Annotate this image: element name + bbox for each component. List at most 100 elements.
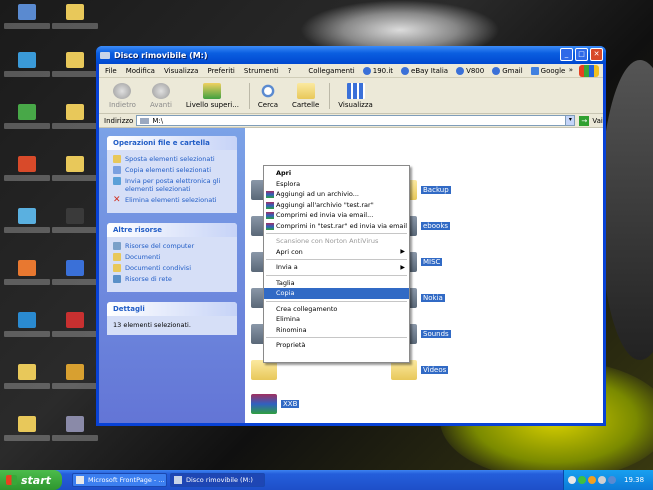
desktop-icon[interactable]	[50, 312, 100, 352]
window-title: Disco rimovibile (M:)	[114, 50, 208, 60]
place-network[interactable]: Risorse di rete	[113, 275, 233, 283]
menu-item-open-with[interactable]: Apri con ▶	[264, 247, 409, 258]
clock[interactable]: 19.38	[624, 476, 644, 484]
ie-icon	[456, 66, 465, 75]
minimize-button[interactable]: _	[560, 48, 573, 61]
close-button[interactable]: ✕	[590, 48, 603, 61]
details-header[interactable]: Dettagli	[107, 302, 237, 316]
tray-icon[interactable]	[568, 476, 576, 484]
up-button[interactable]: Livello superi...	[186, 82, 239, 109]
taskbar-item-frontpage[interactable]: Microsoft FrontPage - ...	[72, 473, 167, 487]
menu-favorites[interactable]: Preferiti	[207, 67, 234, 75]
tray-icon[interactable]	[588, 476, 596, 484]
place-my-computer[interactable]: Risorse del computer	[113, 242, 233, 250]
folders-button[interactable]: Cartelle	[292, 82, 319, 109]
views-button[interactable]: Visualizza	[338, 82, 373, 109]
desktop-icon[interactable]	[50, 416, 100, 456]
link-ebay[interactable]: eBay Italia	[401, 66, 448, 75]
move-icon	[113, 155, 121, 163]
menu-item-rar-email[interactable]: Comprimi ed invia via email...	[264, 210, 409, 221]
system-tray: 19.38	[563, 470, 653, 490]
task-move[interactable]: Sposta elementi selezionati	[113, 155, 233, 163]
menu-item-send-to[interactable]: Invia a ▶	[264, 262, 409, 273]
desktop-icon[interactable]	[2, 208, 52, 248]
desktop-icon[interactable]	[2, 4, 52, 44]
tray-icon[interactable]	[598, 476, 606, 484]
menu-item-explore[interactable]: Esplora	[264, 179, 409, 190]
links-label[interactable]: Collegamenti	[308, 67, 354, 75]
desktop-icon[interactable]	[2, 312, 52, 352]
file-folder-tasks-header[interactable]: Operazioni file e cartella	[107, 136, 237, 150]
link-v800[interactable]: V800	[456, 66, 484, 75]
toolbar: Indietro Avanti Livello superi... Cerca …	[99, 78, 603, 114]
desktop-icon-image	[18, 260, 36, 276]
desktop-icon[interactable]	[50, 52, 100, 92]
link-google[interactable]: Google	[530, 66, 565, 75]
desktop-icon[interactable]	[50, 260, 100, 300]
menu-item-norton-scan[interactable]: Scansione con Norton AntiVirus	[264, 236, 409, 247]
menu-item-delete[interactable]: Elimina	[264, 314, 409, 325]
menu-item-cut[interactable]: Taglia	[264, 278, 409, 289]
forward-button[interactable]: Avanti	[150, 82, 172, 109]
file-item[interactable]: XXB	[251, 394, 300, 414]
desktop-icon[interactable]	[2, 104, 52, 144]
place-shared-documents[interactable]: Documenti condivisi	[113, 264, 233, 272]
menu-tools[interactable]: Strumenti	[244, 67, 279, 75]
menu-help[interactable]: ?	[288, 67, 292, 75]
menu-edit[interactable]: Modifica	[126, 67, 155, 75]
menu-item-properties[interactable]: Proprietà	[264, 340, 409, 351]
menu-item-rar-add[interactable]: Aggiungi ad un archivio...	[264, 189, 409, 200]
menu-separator	[266, 233, 407, 234]
desktop-icon[interactable]	[2, 156, 52, 196]
desktop-icon[interactable]	[2, 260, 52, 300]
ie-icon	[401, 66, 410, 75]
other-places-header[interactable]: Altre risorse	[107, 223, 237, 237]
menu-item-rename[interactable]: Rinomina	[264, 325, 409, 336]
search-button[interactable]: Cerca	[258, 82, 278, 109]
desktop-icon[interactable]	[2, 52, 52, 92]
copy-icon	[113, 166, 121, 174]
winrar-archive-icon	[251, 394, 277, 414]
menu-file[interactable]: File	[105, 67, 117, 75]
menu-item-rar-email-test[interactable]: Comprimi in "test.rar" ed invia via emai…	[264, 221, 409, 232]
desktop-icon[interactable]	[2, 416, 52, 456]
place-documents[interactable]: Documenti	[113, 253, 233, 261]
go-button[interactable]: → Vai	[579, 115, 603, 126]
folder-item[interactable]	[251, 360, 281, 380]
desktop-icon[interactable]	[50, 4, 100, 44]
menu-item-copy[interactable]: Copia	[264, 288, 409, 299]
task-delete[interactable]: ✕ Elimina elementi selezionati	[113, 195, 233, 205]
back-button[interactable]: Indietro	[109, 82, 136, 109]
title-bar[interactable]: Disco rimovibile (M:) _ □ ✕	[96, 46, 606, 64]
desktop-icon[interactable]	[2, 364, 52, 404]
start-button[interactable]: start	[0, 470, 62, 490]
desktop-icon[interactable]	[50, 156, 100, 196]
winrar-icon	[266, 201, 274, 209]
menu-item-create-shortcut[interactable]: Crea collegamento	[264, 304, 409, 315]
wallpaper-shade	[600, 60, 653, 360]
link-190[interactable]: 190.it	[362, 66, 393, 75]
taskbar-item-explorer[interactable]: Disco rimovibile (M:)	[170, 473, 265, 487]
desktop-icon-image	[66, 364, 84, 380]
tray-icon[interactable]	[578, 476, 586, 484]
folder-item[interactable]: Videos	[391, 360, 449, 380]
tray-icon[interactable]	[608, 476, 616, 484]
network-icon	[113, 275, 121, 283]
address-dropdown-icon[interactable]: ▾	[565, 115, 576, 126]
task-pane: Operazioni file e cartella Sposta elemen…	[99, 128, 245, 423]
toolbar-separator	[248, 82, 250, 109]
delete-icon: ✕	[113, 195, 121, 205]
address-input[interactable]: M:\	[136, 115, 567, 126]
folder-icon	[66, 52, 84, 68]
desktop-icon[interactable]	[50, 208, 100, 248]
menu-item-open[interactable]: Apri	[264, 168, 409, 179]
desktop-icon[interactable]	[50, 364, 100, 404]
task-email[interactable]: Invia per posta elettronica gli elementi…	[113, 177, 233, 193]
menu-view[interactable]: Visualizza	[164, 67, 198, 75]
task-copy[interactable]: Copia elementi selezionati	[113, 166, 233, 174]
desktop-icon[interactable]	[50, 104, 100, 144]
link-gmail[interactable]: Gmail	[492, 66, 523, 75]
menu-item-rar-add-test[interactable]: Aggiungi all'archivio "test.rar"	[264, 200, 409, 211]
maximize-button[interactable]: □	[575, 48, 588, 61]
links-chevron[interactable]: »	[569, 66, 573, 74]
